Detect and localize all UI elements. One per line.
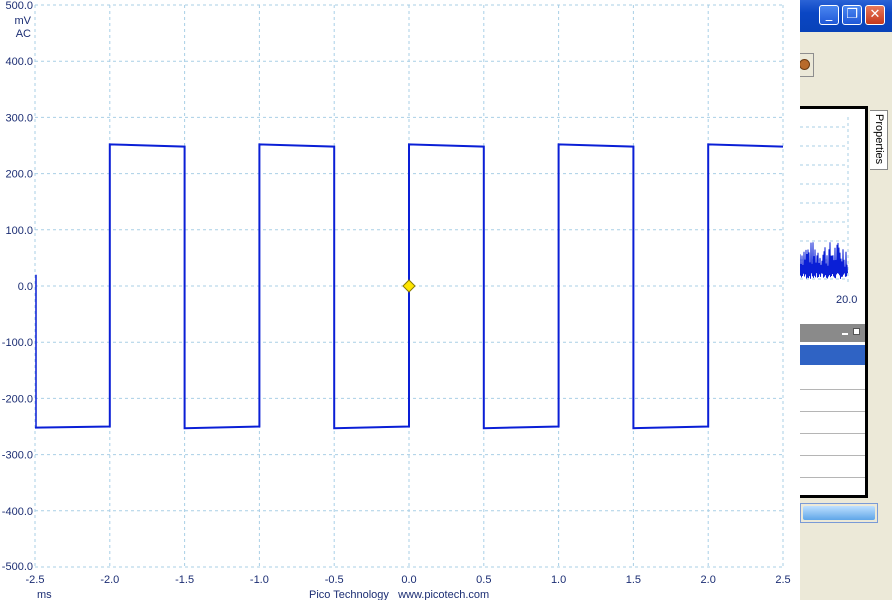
x-tick-label: -1.5 (175, 574, 194, 586)
x-tick-label: 0.5 (476, 574, 491, 586)
subpanel-maximize-icon[interactable] (853, 328, 860, 335)
y-unit-label: mV (15, 15, 32, 27)
x-tick-label: 2.0 (701, 574, 716, 586)
y-tick-label: -400.0 (2, 506, 33, 518)
y-tick-label: 0.0 (18, 281, 33, 293)
x-unit-label: ms (37, 589, 52, 600)
minimize-icon: _ (825, 7, 833, 22)
y-tick-label: 200.0 (5, 169, 33, 181)
x-tick-label: 0.0 (401, 574, 416, 586)
y-tick-label: 100.0 (5, 225, 33, 237)
restore-button[interactable]: ❐ (842, 5, 862, 25)
x-tick-label: -2.0 (100, 574, 119, 586)
x-tick-label: -2.5 (26, 574, 45, 586)
y-tick-label: -500.0 (2, 561, 33, 573)
y-tick-label: 300.0 (5, 112, 33, 124)
minimize-button[interactable]: _ (819, 5, 839, 25)
x-tick-label: -1.0 (250, 574, 269, 586)
row-divider (800, 455, 865, 456)
selected-row[interactable] (800, 345, 865, 365)
magnifier-icon (800, 59, 810, 70)
row-divider (800, 477, 865, 478)
row-divider (800, 389, 865, 390)
coupling-label: AC (16, 28, 31, 40)
mini-axis-label: 20.0 (836, 294, 858, 306)
scope-chart[interactable]: 500.0 400.0 300.0 200.0 100.0 0.0 -100.0 -200.0… (0, 0, 800, 600)
title-bar[interactable]: _ ❐ ✕ (800, 0, 892, 32)
scope-view[interactable]: 500.0 400.0 300.0 200.0 100.0 0.0 -100.0 -200.0… (0, 0, 800, 600)
close-icon: ✕ (869, 7, 881, 22)
x-tick-label: 2.5 (775, 574, 790, 586)
zoom-tool-button[interactable] (800, 53, 814, 77)
mini-spectrum-chart (800, 117, 849, 284)
row-divider (800, 433, 865, 434)
status-progress (803, 506, 875, 520)
x-tick-label: -0.5 (325, 574, 344, 586)
x-tick-label: 1.0 (551, 574, 566, 586)
footer-credit: Pico Technology www.picotech.com (309, 589, 489, 600)
restore-icon: ❐ (846, 7, 858, 22)
y-tick-label: 400.0 (5, 56, 33, 68)
side-window: _ ❐ ✕ 20.0 Properties (800, 0, 892, 600)
close-button[interactable]: ✕ (865, 5, 885, 25)
row-divider (800, 411, 865, 412)
subpanel-header (800, 324, 865, 342)
properties-tab-label: Properties (873, 114, 885, 165)
y-tick-label: 500.0 (5, 0, 33, 12)
y-tick-label: -100.0 (2, 337, 33, 349)
toolbar (800, 36, 892, 86)
trigger-marker[interactable] (402, 279, 416, 293)
status-bar (800, 503, 878, 523)
secondary-view-panel[interactable]: 20.0 (800, 106, 868, 498)
y-tick-label: -200.0 (2, 393, 33, 405)
y-tick-label: -300.0 (2, 450, 33, 462)
subpanel-minimize-icon[interactable] (842, 333, 848, 335)
x-tick-label: 1.5 (626, 574, 641, 586)
